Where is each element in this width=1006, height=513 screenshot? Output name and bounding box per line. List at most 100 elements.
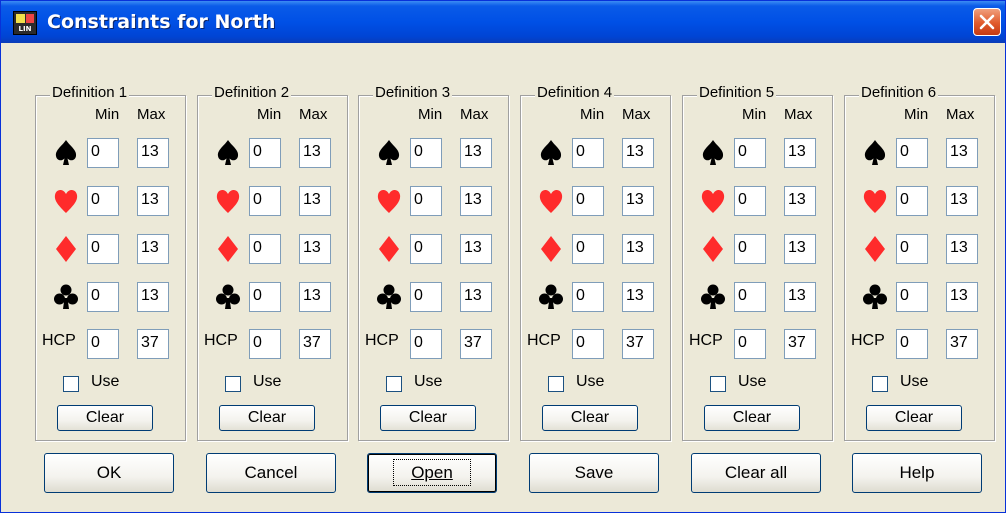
use-label: Use (576, 373, 605, 390)
spades-max-input[interactable]: 13 (622, 138, 654, 168)
definition-legend: Definition 5 (697, 84, 777, 101)
clubs-min-input[interactable]: 0 (249, 282, 281, 312)
clubs-min-input[interactable]: 0 (734, 282, 766, 312)
clear-button[interactable]: Clear (542, 405, 638, 431)
title-bar[interactable]: LIN Constraints for North (1, 1, 1005, 43)
min-header: Min (257, 106, 282, 123)
diamonds-max-input[interactable]: 13 (299, 234, 331, 264)
heart-icon (216, 189, 240, 213)
clubs-max-input[interactable]: 13 (622, 282, 654, 312)
hcp-max-input[interactable]: 37 (784, 329, 816, 359)
hearts-min-input[interactable]: 0 (410, 186, 442, 216)
clubs-min-input[interactable]: 0 (572, 282, 604, 312)
clear-button[interactable]: Clear (380, 405, 476, 431)
use-label: Use (91, 373, 120, 390)
clubs-max-input[interactable]: 13 (137, 282, 169, 312)
definition-group-4: Definition 4 Min Max 0 13 0 13 0 13 0 13 HCP 0 37 Use C… (520, 84, 671, 441)
clubs-min-input[interactable]: 0 (410, 282, 442, 312)
clear-button[interactable]: Clear (57, 405, 153, 431)
hearts-max-input[interactable]: 13 (784, 186, 816, 216)
clubs-min-input[interactable]: 0 (896, 282, 928, 312)
diamonds-max-input[interactable]: 13 (137, 234, 169, 264)
hcp-max-input[interactable]: 37 (299, 329, 331, 359)
spades-min-input[interactable]: 0 (572, 138, 604, 168)
spades-max-input[interactable]: 13 (299, 138, 331, 168)
use-checkbox[interactable] (710, 376, 726, 392)
hcp-min-input[interactable]: 0 (572, 329, 604, 359)
hcp-label: HCP (689, 332, 723, 349)
hcp-max-input[interactable]: 37 (460, 329, 492, 359)
hearts-min-input[interactable]: 0 (249, 186, 281, 216)
clear-button[interactable]: Clear (866, 405, 962, 431)
spades-min-input[interactable]: 0 (896, 138, 928, 168)
hcp-min-input[interactable]: 0 (734, 329, 766, 359)
clubs-max-input[interactable]: 13 (784, 282, 816, 312)
ok-button[interactable]: OK (44, 453, 174, 493)
diamonds-min-input[interactable]: 0 (410, 234, 442, 264)
diamonds-min-input[interactable]: 0 (249, 234, 281, 264)
diamonds-max-input[interactable]: 13 (460, 234, 492, 264)
hearts-max-input[interactable]: 13 (622, 186, 654, 216)
definition-group-6: Definition 6 Min Max 0 13 0 13 0 13 0 13 HCP 0 37 Use C… (844, 84, 995, 441)
spades-max-input[interactable]: 13 (460, 138, 492, 168)
spades-min-input[interactable]: 0 (87, 138, 119, 168)
cancel-button[interactable]: Cancel (206, 453, 336, 493)
hcp-max-input[interactable]: 37 (946, 329, 978, 359)
diamonds-min-input[interactable]: 0 (896, 234, 928, 264)
hcp-max-input[interactable]: 37 (137, 329, 169, 359)
clear-button[interactable]: Clear (704, 405, 800, 431)
diamonds-min-input[interactable]: 0 (734, 234, 766, 264)
diamonds-max-input[interactable]: 13 (784, 234, 816, 264)
hearts-max-input[interactable]: 13 (460, 186, 492, 216)
spades-max-input[interactable]: 13 (946, 138, 978, 168)
use-checkbox[interactable] (548, 376, 564, 392)
definition-group-1: Definition 1 Min Max 0 13 0 13 0 13 0 13 HCP 0 37 Use C… (35, 84, 186, 441)
clubs-min-input[interactable]: 0 (87, 282, 119, 312)
hearts-max-input[interactable]: 13 (299, 186, 331, 216)
use-checkbox[interactable] (386, 376, 402, 392)
hearts-min-input[interactable]: 0 (87, 186, 119, 216)
hearts-min-input[interactable]: 0 (572, 186, 604, 216)
heart-icon (539, 189, 563, 213)
save-button[interactable]: Save (529, 453, 659, 493)
clubs-max-input[interactable]: 13 (299, 282, 331, 312)
clubs-max-input[interactable]: 13 (460, 282, 492, 312)
max-header: Max (784, 106, 813, 123)
hearts-max-input[interactable]: 13 (137, 186, 169, 216)
help-button[interactable]: Help (852, 453, 982, 493)
hcp-min-input[interactable]: 0 (87, 329, 119, 359)
open-button[interactable]: Open (367, 453, 497, 493)
hearts-max-input[interactable]: 13 (946, 186, 978, 216)
diamond-icon (56, 236, 76, 262)
hcp-min-input[interactable]: 0 (410, 329, 442, 359)
clear-button[interactable]: Clear (219, 405, 315, 431)
diamonds-max-input[interactable]: 13 (946, 234, 978, 264)
use-checkbox[interactable] (225, 376, 241, 392)
spades-min-input[interactable]: 0 (734, 138, 766, 168)
hcp-max-input[interactable]: 37 (622, 329, 654, 359)
use-label: Use (738, 373, 767, 390)
spades-max-input[interactable]: 13 (137, 138, 169, 168)
use-checkbox[interactable] (63, 376, 79, 392)
max-header: Max (460, 106, 489, 123)
spades-min-input[interactable]: 0 (249, 138, 281, 168)
spades-max-input[interactable]: 13 (784, 138, 816, 168)
diamond-icon (865, 236, 885, 262)
diamonds-min-input[interactable]: 0 (87, 234, 119, 264)
spades-min-input[interactable]: 0 (410, 138, 442, 168)
hcp-min-input[interactable]: 0 (249, 329, 281, 359)
close-button[interactable] (973, 8, 1001, 36)
hcp-min-input[interactable]: 0 (896, 329, 928, 359)
diamonds-min-input[interactable]: 0 (572, 234, 604, 264)
hcp-label: HCP (42, 332, 76, 349)
clubs-max-input[interactable]: 13 (946, 282, 978, 312)
hearts-min-input[interactable]: 0 (896, 186, 928, 216)
clear-all-button[interactable]: Clear all (691, 453, 821, 493)
min-header: Min (580, 106, 605, 123)
definition-group-3: Definition 3 Min Max 0 13 0 13 0 13 0 13 HCP 0 37 Use C… (358, 84, 509, 441)
definition-legend: Definition 4 (535, 84, 615, 101)
club-icon (701, 284, 725, 309)
hearts-min-input[interactable]: 0 (734, 186, 766, 216)
use-checkbox[interactable] (872, 376, 888, 392)
diamonds-max-input[interactable]: 13 (622, 234, 654, 264)
